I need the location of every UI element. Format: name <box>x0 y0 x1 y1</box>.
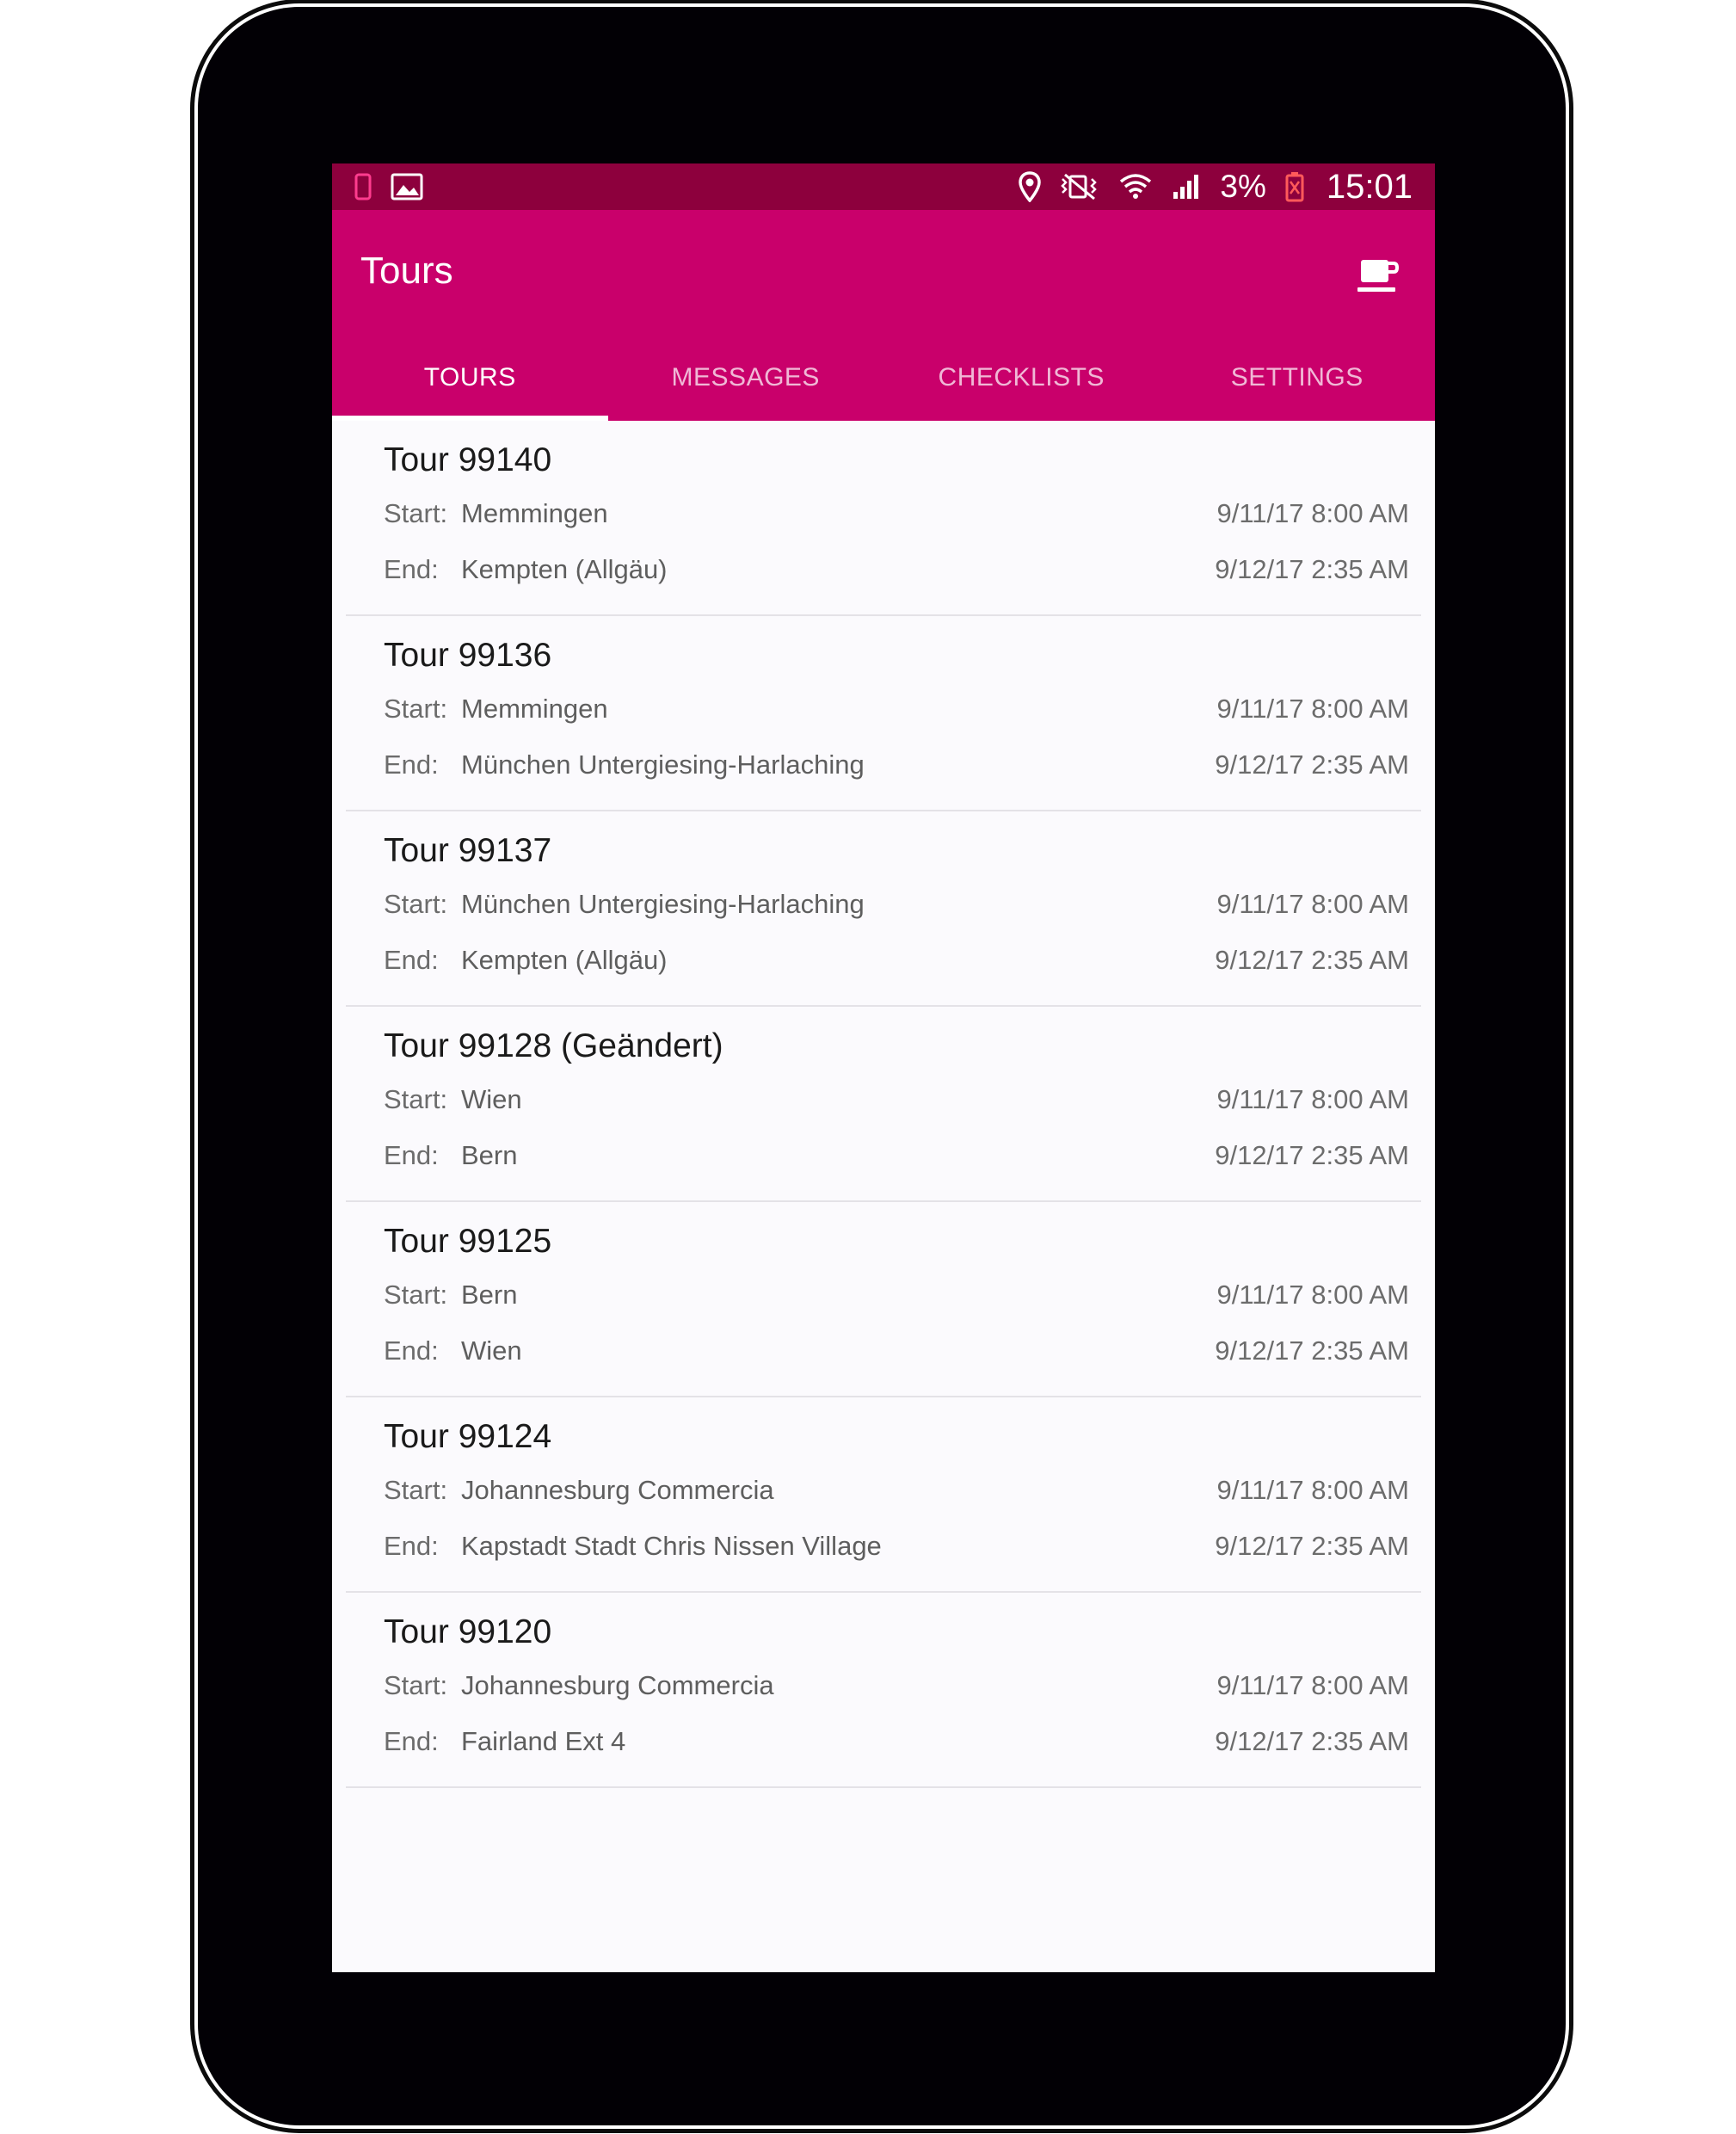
tour-title: Tour 99124 <box>384 1418 552 1455</box>
tour-start-row: Start: Johannesburg Commercia 9/11/17 8:… <box>384 1670 1409 1701</box>
start-time: 9/11/17 8:00 AM <box>1216 1084 1409 1114</box>
tour-title: Tour 99137 <box>384 832 552 869</box>
end-location: Kapstadt Stadt Chris Nissen Village <box>461 1531 882 1561</box>
start-time: 9/11/17 8:00 AM <box>1216 1670 1409 1700</box>
start-label: Start: <box>384 498 448 528</box>
tour-title: Tour 99136 <box>384 637 552 674</box>
start-label: Start: <box>384 694 448 724</box>
tour-end-row: End: Kempten (Allgäu) 9/12/17 2:35 AM <box>384 554 1409 585</box>
start-location: München Untergiesing-Harlaching <box>461 889 865 919</box>
start-time: 9/11/17 8:00 AM <box>1216 694 1409 724</box>
status-bar: 3% 15:01 <box>332 163 1435 210</box>
image-icon <box>391 173 423 200</box>
end-time: 9/12/17 2:35 AM <box>1215 1531 1409 1561</box>
location-icon <box>1019 171 1042 202</box>
end-label: End: <box>384 554 439 584</box>
tour-title: Tour 99128 (Geändert) <box>384 1027 723 1064</box>
signal-icon <box>1172 173 1201 200</box>
end-label: End: <box>384 1531 439 1561</box>
app-screen: 3% 15:01 Tours TOURS MESSAGES CHECKLISTS… <box>332 163 1435 1972</box>
start-location: Bern <box>461 1280 518 1310</box>
tab-checklists[interactable]: CHECKLISTS <box>883 335 1160 421</box>
tour-list-item[interactable]: Tour 99125 Start: Bern 9/11/17 8:00 AM E… <box>346 1202 1421 1397</box>
app-bar: Tours TOURS MESSAGES CHECKLISTS SETTINGS <box>332 210 1435 421</box>
vibrate-mute-icon <box>1060 172 1099 201</box>
end-label: End: <box>384 1140 439 1170</box>
tour-start-row: Start: Johannesburg Commercia 9/11/17 8:… <box>384 1475 1409 1506</box>
tour-start-row: Start: München Untergiesing-Harlaching 9… <box>384 889 1409 920</box>
start-time: 9/11/17 8:00 AM <box>1216 1280 1409 1310</box>
tab-tours[interactable]: TOURS <box>332 335 608 421</box>
tour-start-row: Start: Memmingen 9/11/17 8:00 AM <box>384 498 1409 529</box>
end-label: End: <box>384 1335 439 1366</box>
start-time: 9/11/17 8:00 AM <box>1216 889 1409 919</box>
tour-end-row: End: München Untergiesing-Harlaching 9/1… <box>384 749 1409 780</box>
tour-end-row: End: Wien 9/12/17 2:35 AM <box>384 1335 1409 1366</box>
tour-list-item[interactable]: Tour 99136 Start: Memmingen 9/11/17 8:00… <box>346 616 1421 811</box>
tour-end-row: End: Bern 9/12/17 2:35 AM <box>384 1140 1409 1171</box>
tour-title: Tour 99140 <box>384 441 552 478</box>
tour-start-row: Start: Bern 9/11/17 8:00 AM <box>384 1280 1409 1311</box>
tour-start-row: Start: Wien 9/11/17 8:00 AM <box>384 1084 1409 1115</box>
end-location: Bern <box>461 1140 518 1170</box>
tour-end-row: End: Fairland Ext 4 9/12/17 2:35 AM <box>384 1726 1409 1757</box>
tour-list: Tour 99140 Start: Memmingen 9/11/17 8:00… <box>332 421 1435 1788</box>
clock: 15:01 <box>1326 167 1413 206</box>
end-time: 9/12/17 2:35 AM <box>1215 945 1409 975</box>
coffee-break-icon[interactable] <box>1356 253 1400 298</box>
tour-start-row: Start: Memmingen 9/11/17 8:00 AM <box>384 694 1409 725</box>
tour-list-item[interactable]: Tour 99140 Start: Memmingen 9/11/17 8:00… <box>346 421 1421 616</box>
end-label: End: <box>384 749 439 780</box>
start-time: 9/11/17 8:00 AM <box>1216 498 1409 528</box>
end-label: End: <box>384 1726 439 1756</box>
end-time: 9/12/17 2:35 AM <box>1215 554 1409 584</box>
tour-list-item[interactable]: Tour 99128 (Geändert) Start: Wien 9/11/1… <box>346 1007 1421 1202</box>
start-label: Start: <box>384 1670 448 1700</box>
start-label: Start: <box>384 1280 448 1310</box>
battery-icon <box>1285 171 1304 202</box>
wifi-icon <box>1118 171 1153 202</box>
end-time: 9/12/17 2:35 AM <box>1215 749 1409 780</box>
tab-messages[interactable]: MESSAGES <box>608 335 884 421</box>
tour-title: Tour 99120 <box>384 1613 552 1650</box>
end-time: 9/12/17 2:35 AM <box>1215 1335 1409 1366</box>
phone-icon <box>354 173 372 200</box>
start-label: Start: <box>384 889 448 919</box>
start-location: Wien <box>461 1084 522 1114</box>
start-location: Johannesburg Commercia <box>461 1475 774 1505</box>
end-location: Fairland Ext 4 <box>461 1726 626 1756</box>
start-location: Memmingen <box>461 694 608 724</box>
status-bar-right: 3% 15:01 <box>1019 168 1413 207</box>
start-location: Johannesburg Commercia <box>461 1670 774 1700</box>
tab-settings[interactable]: SETTINGS <box>1160 335 1436 421</box>
start-location: Memmingen <box>461 498 608 528</box>
end-time: 9/12/17 2:35 AM <box>1215 1726 1409 1756</box>
end-location: Kempten (Allgäu) <box>461 554 668 584</box>
start-time: 9/11/17 8:00 AM <box>1216 1475 1409 1505</box>
tour-list-item[interactable]: Tour 99124 Start: Johannesburg Commercia… <box>346 1397 1421 1593</box>
end-location: Wien <box>461 1335 522 1366</box>
tour-title: Tour 99125 <box>384 1223 552 1260</box>
tour-end-row: End: Kempten (Allgäu) 9/12/17 2:35 AM <box>384 945 1409 976</box>
end-label: End: <box>384 945 439 975</box>
tab-bar: TOURS MESSAGES CHECKLISTS SETTINGS <box>332 335 1435 421</box>
status-bar-left <box>354 173 423 200</box>
end-time: 9/12/17 2:35 AM <box>1215 1140 1409 1170</box>
start-label: Start: <box>384 1084 448 1114</box>
end-location: München Untergiesing-Harlaching <box>461 749 865 780</box>
page-title: Tours <box>360 250 453 292</box>
tour-list-item[interactable]: Tour 99137 Start: München Untergiesing-H… <box>346 811 1421 1007</box>
start-label: Start: <box>384 1475 448 1505</box>
tour-list-item[interactable]: Tour 99120 Start: Johannesburg Commercia… <box>346 1593 1421 1788</box>
battery-percent: 3% <box>1220 169 1266 204</box>
tour-end-row: End: Kapstadt Stadt Chris Nissen Village… <box>384 1531 1409 1562</box>
end-location: Kempten (Allgäu) <box>461 945 668 975</box>
